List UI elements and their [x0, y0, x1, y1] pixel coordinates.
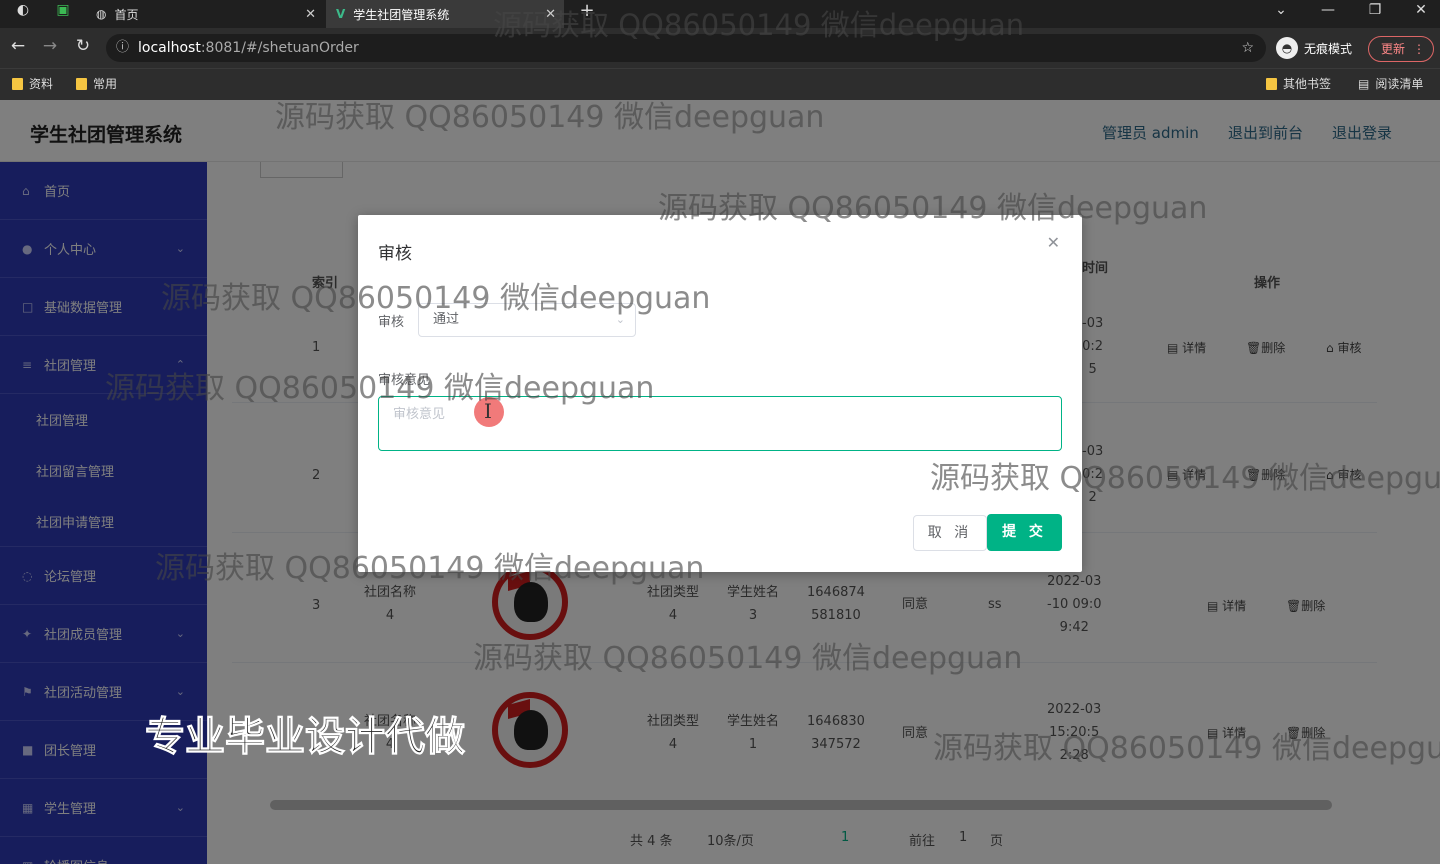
bookmark-label: 常用 [93, 77, 118, 91]
back-icon[interactable]: ← [6, 36, 30, 56]
vue-icon: V [336, 7, 346, 21]
folder-icon [1266, 77, 1277, 90]
url-path: :8081/#/shetuanOrder [200, 40, 359, 56]
audit-label: 审核 [378, 315, 405, 330]
bookmark-folder[interactable]: 常用 [76, 75, 117, 92]
update-button[interactable]: 更新 ⋮ [1368, 36, 1434, 62]
submit-button[interactable]: 提 交 [987, 514, 1062, 551]
other-bookmarks-label: 其他书签 [1283, 77, 1332, 91]
incognito-label: 无痕模式 [1304, 41, 1353, 56]
watermark-banner: 专业毕业设计代做 [145, 714, 466, 761]
cancel-button[interactable]: 取 消 [913, 515, 987, 551]
folder-icon [76, 77, 87, 90]
chevron-down-icon[interactable]: ⌄ [1266, 2, 1296, 18]
browser-tabbar: ◐ ▣ ◍ 首页 ✕ V 学生社团管理系统 ✕ + ⌄ — ❐ ✕ [0, 0, 1440, 28]
tab-app-label: 学生社团管理系统 [353, 7, 450, 22]
dialog-title: 审核 [378, 244, 412, 264]
extension-icon[interactable]: ▣ [48, 2, 78, 18]
close-icon[interactable]: ✕ [297, 7, 324, 22]
incognito-icon: ◓ [1276, 37, 1298, 59]
audit-dialog: 审核 ✕ 审核 通过 ⌄ 审核意见 审核意见 取 消 提 交 [358, 215, 1082, 572]
bookmark-folder[interactable]: 资料 [12, 75, 53, 92]
close-icon[interactable]: ✕ [1047, 233, 1060, 252]
close-icon[interactable]: ✕ [537, 7, 564, 22]
reading-list-icon: ▤ [1358, 76, 1370, 91]
url-host: localhost [138, 40, 201, 56]
more-icon[interactable]: ⋮ [1413, 37, 1425, 61]
other-bookmarks[interactable]: 其他书签 [1266, 75, 1331, 92]
tab-home[interactable]: ◍ 首页 ✕ [88, 0, 324, 28]
maximize-icon[interactable]: ❐ [1360, 2, 1390, 18]
bookmarks-bar: 资料 常用 其他书签 ▤ 阅读清单 [0, 68, 1440, 100]
reading-list[interactable]: ▤ 阅读清单 [1358, 75, 1423, 92]
update-label: 更新 [1381, 42, 1406, 56]
forward-icon[interactable]: → [38, 36, 62, 56]
text-cursor-icon: I [484, 399, 492, 423]
tab-home-label: 首页 [114, 7, 139, 22]
reload-icon[interactable]: ↻ [71, 36, 95, 56]
audit-select-value: 通过 [433, 312, 460, 327]
browser-logo-icon[interactable]: ◐ [8, 2, 38, 18]
audit-select[interactable]: 通过 ⌄ [418, 303, 636, 337]
reading-list-label: 阅读清单 [1375, 77, 1424, 91]
folder-icon [12, 77, 23, 90]
info-icon: ⓘ [116, 40, 130, 55]
incognito-indicator[interactable]: ◓ 无痕模式 [1276, 37, 1352, 59]
bookmark-label: 资料 [29, 77, 54, 91]
minimize-icon[interactable]: — [1313, 2, 1343, 18]
new-tab-icon[interactable]: + [572, 0, 602, 21]
globe-icon: ◍ [96, 7, 107, 21]
opinion-label: 审核意见 [378, 373, 431, 388]
window-close-icon[interactable]: ✕ [1406, 2, 1436, 18]
tab-app[interactable]: V 学生社团管理系统 ✕ [326, 0, 564, 28]
star-icon[interactable]: ☆ [1241, 34, 1254, 62]
chevron-down-icon: ⌄ [615, 313, 625, 326]
url-input[interactable]: ⓘ localhost:8081/#/shetuanOrder ☆ [106, 34, 1266, 62]
